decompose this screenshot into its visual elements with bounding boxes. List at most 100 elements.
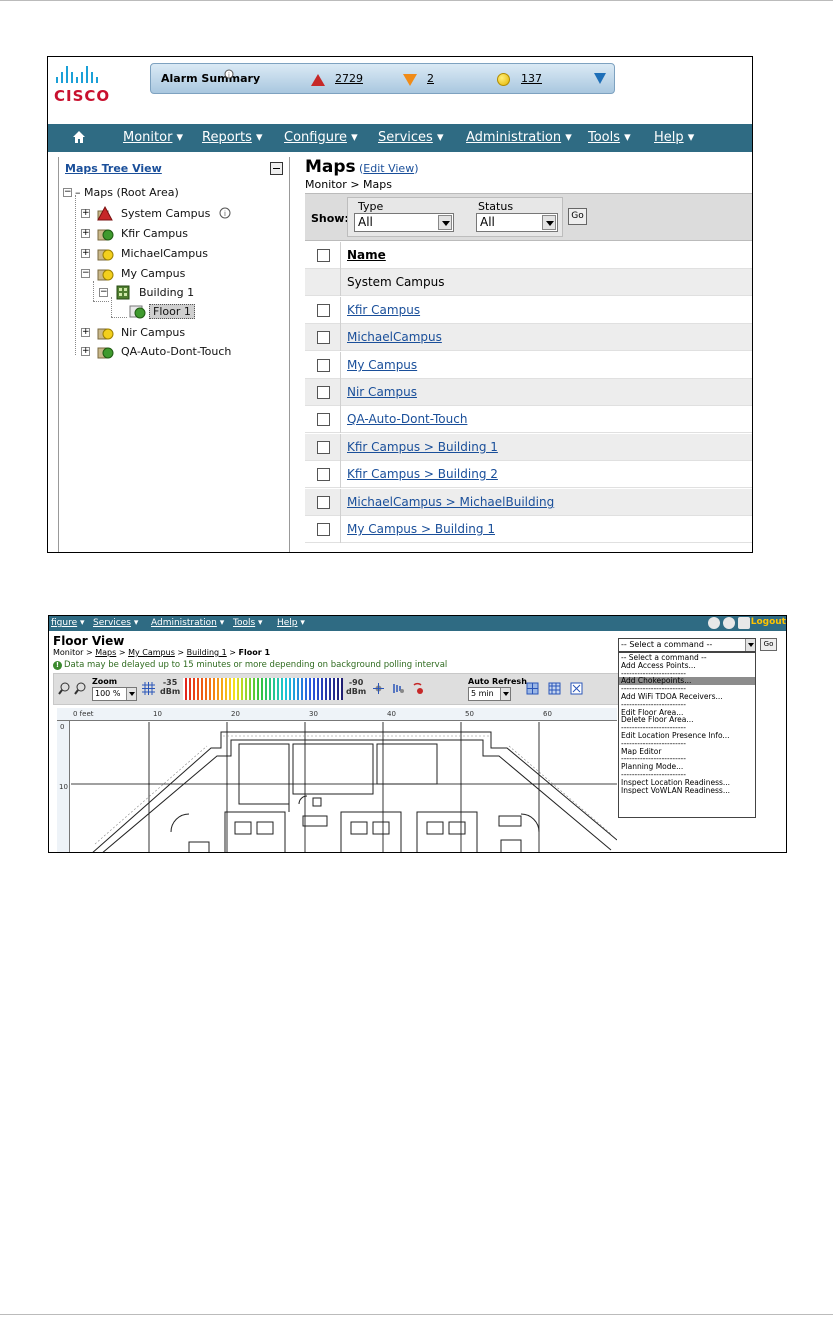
refresh-icon[interactable] <box>723 617 735 629</box>
map-view-icon[interactable] <box>526 682 539 695</box>
maps-tree-title[interactable]: Maps Tree View <box>65 162 162 175</box>
rogue-filter-icon[interactable] <box>412 682 425 695</box>
command-option[interactable]: Map Editor <box>619 748 755 756</box>
column-header-name[interactable]: Name <box>347 248 386 262</box>
info-icon[interactable]: i <box>224 69 234 80</box>
nav-monitor[interactable]: Monitor ▾ <box>123 130 183 145</box>
command-option-separator: ------------------------ <box>621 700 686 709</box>
page-title: Floor View <box>53 634 125 648</box>
zoom-in-icon[interactable] <box>58 682 71 695</box>
auto-refresh-select[interactable]: 5 min <box>468 687 511 701</box>
nav-configure[interactable]: figure ▾ <box>51 618 85 628</box>
row-link[interactable]: Nir Campus <box>347 385 417 399</box>
row-link[interactable]: Kfir Campus > Building 2 <box>347 467 498 481</box>
tree-expand-nir-campus[interactable]: + <box>81 328 90 337</box>
row-link[interactable]: Kfir Campus > Building 1 <box>347 440 498 454</box>
row-link[interactable]: QA-Auto-Dont-Touch <box>347 412 467 426</box>
row-checkbox[interactable] <box>317 331 330 344</box>
grid-icon[interactable] <box>142 682 155 695</box>
nav-help[interactable]: Help ▾ <box>654 130 694 145</box>
tree-expand-system-campus[interactable]: + <box>81 209 90 218</box>
row-checkbox[interactable] <box>317 523 330 536</box>
minor-alarm-count[interactable]: 137 <box>521 72 542 85</box>
row-checkbox[interactable] <box>317 304 330 317</box>
nav-tools[interactable]: Tools ▾ <box>233 618 263 628</box>
command-option[interactable]: Inspect VoWLAN Readiness... <box>619 787 755 795</box>
nav-services[interactable]: Services ▾ <box>378 130 444 145</box>
alarm-dropdown-icon[interactable] <box>594 73 606 84</box>
breadcrumb-building-1[interactable]: Building 1 <box>187 648 227 657</box>
tree-item-qa-auto-dont-touch[interactable]: QA-Auto-Dont-Touch <box>121 345 231 358</box>
root-collapse-toggle[interactable]: − <box>63 188 72 197</box>
row-link[interactable]: My Campus <box>347 358 417 372</box>
row-checkbox[interactable] <box>317 496 330 509</box>
nav-reports[interactable]: Reports ▾ <box>202 130 263 145</box>
tree-item-floor-1[interactable]: Floor 1 <box>149 304 195 319</box>
row-link[interactable]: MichaelCampus > MichaelBuilding <box>347 495 554 509</box>
command-go-button[interactable]: Go <box>760 638 777 651</box>
tree-item-michaelcampus[interactable]: MichaelCampus <box>121 247 208 260</box>
nav-configure[interactable]: Configure ▾ <box>284 130 358 145</box>
command-option[interactable]: Delete Floor Area... <box>619 716 755 724</box>
dbm-min-label: -35 dBm <box>160 678 181 696</box>
tree-collapse-my-campus[interactable]: − <box>81 269 90 278</box>
ap-filter-icon[interactable] <box>372 682 385 695</box>
row-link[interactable]: My Campus > Building 1 <box>347 522 495 536</box>
main-nav-bar: Monitor ▾ Reports ▾ Configure ▾ Services… <box>48 124 752 152</box>
row-checkbox[interactable] <box>317 441 330 454</box>
floor-map[interactable]: 0 feet 10 20 30 40 50 60 0 10 <box>57 708 617 852</box>
help-icon[interactable] <box>708 617 720 629</box>
nav-administration[interactable]: Administration ▾ <box>151 618 224 628</box>
info-icon[interactable]: i <box>219 207 231 219</box>
logout-link[interactable]: Logout <box>751 617 786 627</box>
select-all-checkbox[interactable] <box>317 249 330 262</box>
go-button[interactable]: Go <box>568 208 587 225</box>
nav-tools[interactable]: Tools ▾ <box>588 130 631 145</box>
command-option[interactable]: Edit Location Presence Info... <box>619 732 755 740</box>
command-option-highlighted[interactable]: Add Chokepoints... <box>619 677 755 686</box>
tree-item-building-1[interactable]: Building 1 <box>139 286 194 299</box>
command-option[interactable]: Add Access Points... <box>619 662 755 670</box>
edit-view-link[interactable]: (Edit View) <box>359 162 419 175</box>
tree-item-my-campus[interactable]: My Campus <box>121 267 185 280</box>
row-checkbox[interactable] <box>317 468 330 481</box>
breadcrumb-my-campus[interactable]: My Campus <box>128 648 175 657</box>
tree-expand-michaelcampus[interactable]: + <box>81 249 90 258</box>
tree-expand-qa-auto[interactable]: + <box>81 347 90 356</box>
command-option[interactable]: Inspect Location Readiness... <box>619 779 755 787</box>
type-select[interactable]: All <box>354 213 454 232</box>
command-option[interactable]: Planning Mode... <box>619 763 755 771</box>
floor-ok-icon <box>129 305 146 319</box>
row-checkbox[interactable] <box>317 359 330 372</box>
command-select[interactable]: -- Select a command -- <box>618 638 756 652</box>
nav-help[interactable]: Help ▾ <box>277 618 305 628</box>
layers-icon[interactable] <box>548 682 561 695</box>
fullscreen-icon[interactable] <box>570 682 583 695</box>
tree-item-system-campus[interactable]: System Campus <box>121 207 210 220</box>
client-filter-icon[interactable] <box>392 682 405 695</box>
print-icon[interactable] <box>738 617 750 629</box>
critical-alarm-count[interactable]: 2729 <box>335 72 363 85</box>
command-option[interactable]: -- Select a command -- <box>619 654 755 662</box>
tree-expand-kfir-campus[interactable]: + <box>81 229 90 238</box>
major-alarm-count[interactable]: 2 <box>427 72 434 85</box>
command-option[interactable]: Edit Floor Area... <box>619 709 755 717</box>
tree-collapse-building-1[interactable]: − <box>99 288 108 297</box>
row-link[interactable]: MichaelCampus <box>347 330 442 344</box>
zoom-select[interactable]: 100 % <box>92 687 137 701</box>
collapse-tree-button[interactable] <box>270 162 283 175</box>
command-option[interactable]: Add WiFi TDOA Receivers... <box>619 693 755 701</box>
row-link[interactable]: Kfir Campus <box>347 303 420 317</box>
tree-root[interactable]: – Maps (Root Area) <box>75 186 179 199</box>
row-checkbox[interactable] <box>317 386 330 399</box>
status-select[interactable]: All <box>476 213 558 232</box>
tree-item-kfir-campus[interactable]: Kfir Campus <box>121 227 188 240</box>
nav-services[interactable]: Services ▾ <box>93 618 138 628</box>
nav-administration[interactable]: Administration ▾ <box>466 130 572 145</box>
home-icon[interactable] <box>72 130 86 144</box>
zoom-out-icon[interactable] <box>74 682 87 695</box>
tree-item-nir-campus[interactable]: Nir Campus <box>121 326 185 339</box>
breadcrumb-maps[interactable]: Maps <box>95 648 116 657</box>
maps-screenshot: CISCO Alarm Summary i 2729 2 137 Monitor… <box>47 56 753 553</box>
row-checkbox[interactable] <box>317 413 330 426</box>
